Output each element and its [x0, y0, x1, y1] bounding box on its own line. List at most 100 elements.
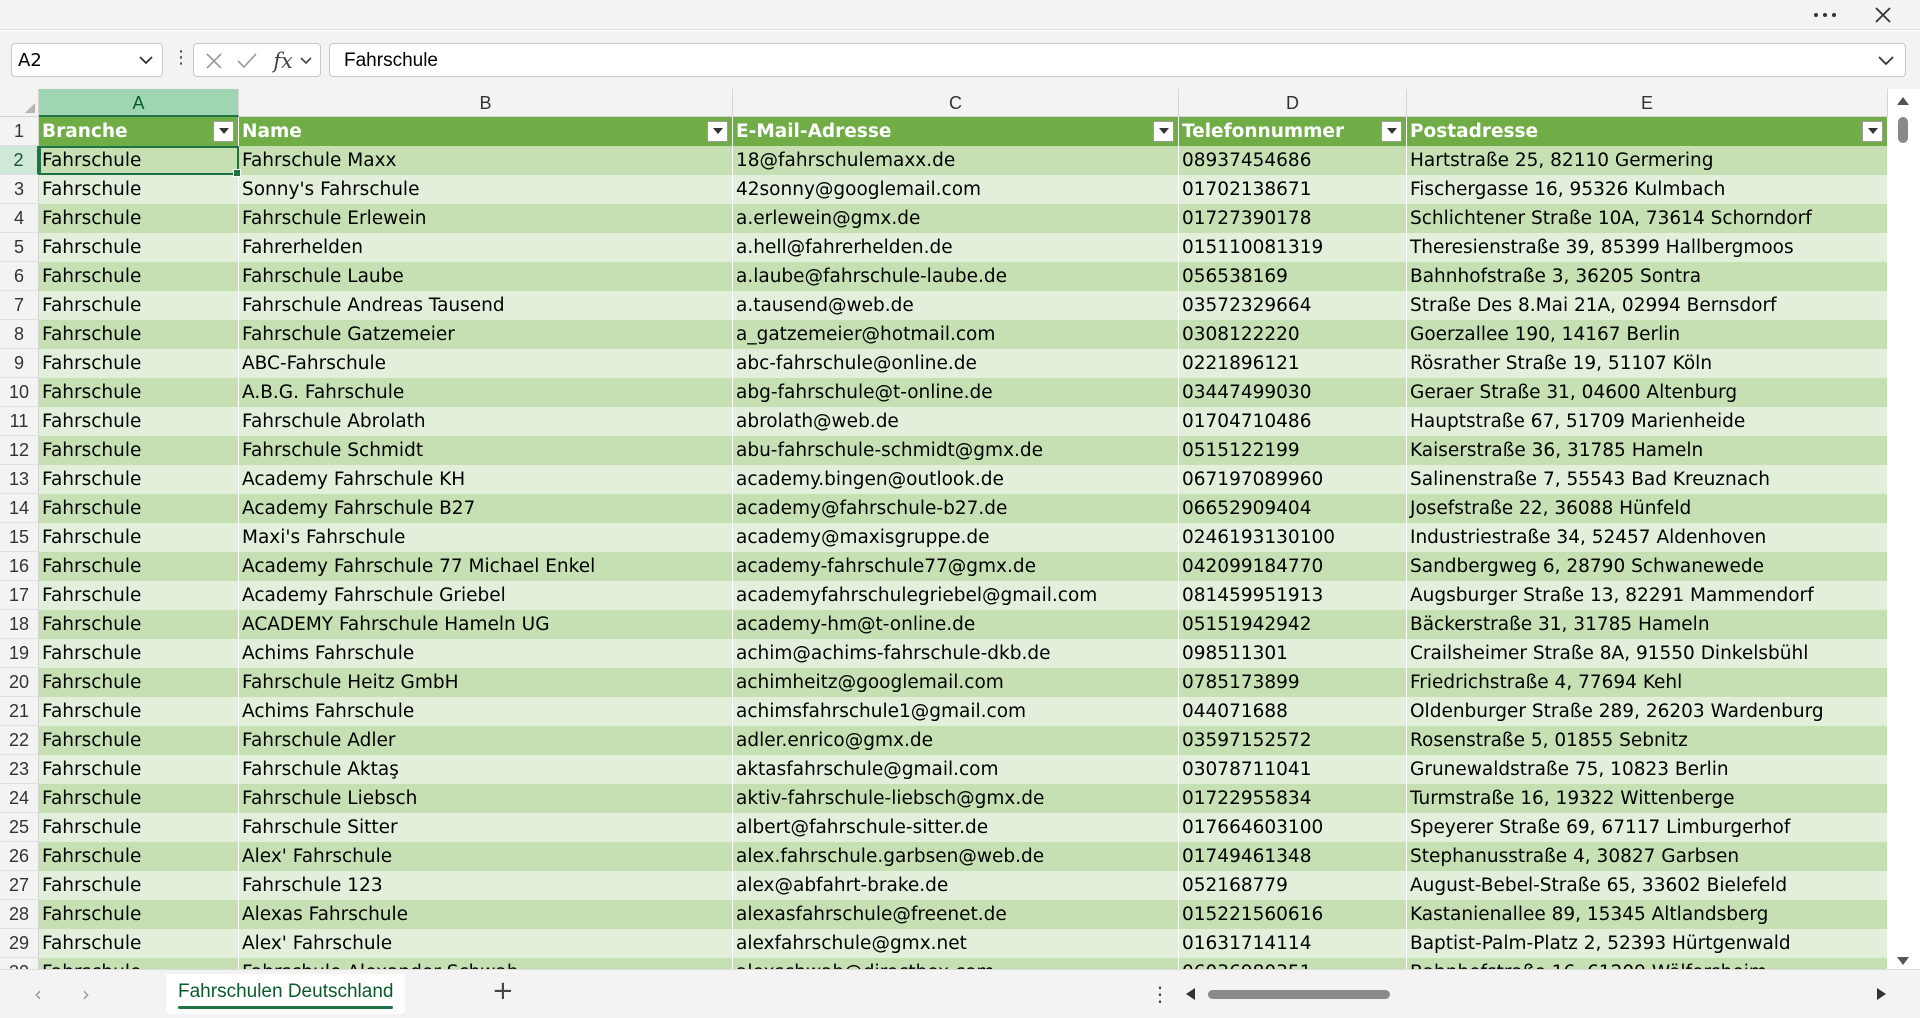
prev-sheet-icon[interactable]: ‹: [34, 982, 42, 1006]
select-all-corner[interactable]: [0, 89, 39, 117]
header-cell-address[interactable]: Postadresse: [1407, 117, 1888, 146]
cell-email[interactable]: academy@fahrschule-b27.de: [733, 494, 1179, 523]
cell-email[interactable]: abc-fahrschule@online.de: [733, 349, 1179, 378]
cell-address[interactable]: Industriestraße 34, 52457 Aldenhoven: [1407, 523, 1888, 552]
cell-phone[interactable]: 017664603100: [1179, 813, 1407, 842]
cell-phone[interactable]: 03078711041: [1179, 755, 1407, 784]
cell-branche[interactable]: Fahrschule: [39, 320, 239, 349]
cell-branche[interactable]: Fahrschule: [39, 639, 239, 668]
cell-address[interactable]: Fischergasse 16, 95326 Kulmbach: [1407, 175, 1888, 204]
cell-branche[interactable]: Fahrschule: [39, 784, 239, 813]
cell-email[interactable]: abg-fahrschule@t-online.de: [733, 378, 1179, 407]
row-number[interactable]: 26: [0, 842, 39, 871]
row-number[interactable]: 17: [0, 581, 39, 610]
cell-name[interactable]: Fahrerhelden: [239, 233, 733, 262]
cell-address[interactable]: Speyerer Straße 69, 67117 Limburgerhof: [1407, 813, 1888, 842]
cell-phone[interactable]: 042099184770: [1179, 552, 1407, 581]
horizontal-scrollbar[interactable]: [1186, 986, 1886, 1002]
insert-function-button[interactable]: fx: [268, 49, 298, 73]
row-number[interactable]: 20: [0, 668, 39, 697]
row-number[interactable]: 9: [0, 349, 39, 378]
cell-branche[interactable]: Fahrschule: [39, 610, 239, 639]
cell-phone[interactable]: 015110081319: [1179, 233, 1407, 262]
cell-email[interactable]: alexasfahrschule@freenet.de: [733, 900, 1179, 929]
cell-name[interactable]: Alex' Fahrschule: [239, 929, 733, 958]
cell-address[interactable]: Kastanienallee 89, 15345 Altlandsberg: [1407, 900, 1888, 929]
function-dropdown[interactable]: [298, 49, 314, 73]
cell-phone[interactable]: 06036980351: [1179, 958, 1407, 969]
cell-email[interactable]: academy.bingen@outlook.de: [733, 465, 1179, 494]
cell-phone[interactable]: 067197089960: [1179, 465, 1407, 494]
cell-address[interactable]: Stephanusstraße 4, 30827 Garbsen: [1407, 842, 1888, 871]
cell-address[interactable]: Grunewaldstraße 75, 10823 Berlin: [1407, 755, 1888, 784]
cell-email[interactable]: 42sonny@googlemail.com: [733, 175, 1179, 204]
cell-name[interactable]: Academy Fahrschule Griebel: [239, 581, 733, 610]
cell-branche[interactable]: Fahrschule: [39, 465, 239, 494]
cell-branche[interactable]: Fahrschule: [39, 581, 239, 610]
cell-email[interactable]: a.erlewein@gmx.de: [733, 204, 1179, 233]
cell-name[interactable]: A.B.G. Fahrschule: [239, 378, 733, 407]
cell-phone[interactable]: 01749461348: [1179, 842, 1407, 871]
cell-branche[interactable]: Fahrschule: [39, 291, 239, 320]
cell-email[interactable]: a.tausend@web.de: [733, 291, 1179, 320]
cell-phone[interactable]: 03447499030: [1179, 378, 1407, 407]
cell-name[interactable]: Fahrschule Maxx: [239, 146, 733, 175]
scroll-right-icon[interactable]: [1877, 988, 1886, 1000]
cell-branche[interactable]: Fahrschule: [39, 900, 239, 929]
row-number[interactable]: 4: [0, 204, 39, 233]
cell-email[interactable]: 18@fahrschulemaxx.de: [733, 146, 1179, 175]
cell-address[interactable]: Turmstraße 16, 19322 Wittenberge: [1407, 784, 1888, 813]
row-number[interactable]: 5: [0, 233, 39, 262]
cell-name[interactable]: Fahrschule Andreas Tausend: [239, 291, 733, 320]
cell-address[interactable]: Rosenstraße 5, 01855 Sebnitz: [1407, 726, 1888, 755]
cell-name[interactable]: Fahrschule Adler: [239, 726, 733, 755]
row-number[interactable]: 8: [0, 320, 39, 349]
cell-email[interactable]: academyfahrschulegriebel@gmail.com: [733, 581, 1179, 610]
cell-email[interactable]: academy-fahrschule77@gmx.de: [733, 552, 1179, 581]
cell-phone[interactable]: 01702138671: [1179, 175, 1407, 204]
cell-name[interactable]: Fahrschule Laube: [239, 262, 733, 291]
cell-phone[interactable]: 081459951913: [1179, 581, 1407, 610]
cell-phone[interactable]: 01631714114: [1179, 929, 1407, 958]
cell-email[interactable]: abu-fahrschule-schmidt@gmx.de: [733, 436, 1179, 465]
close-button[interactable]: [1860, 0, 1906, 30]
cell-phone[interactable]: 0246193130100: [1179, 523, 1407, 552]
cell-branche[interactable]: Fahrschule: [39, 494, 239, 523]
cell-email[interactable]: alex@abfahrt-brake.de: [733, 871, 1179, 900]
cell-phone[interactable]: 0785173899: [1179, 668, 1407, 697]
cell-phone[interactable]: 015221560616: [1179, 900, 1407, 929]
next-sheet-icon[interactable]: ›: [82, 982, 90, 1006]
cell-phone[interactable]: 08937454686: [1179, 146, 1407, 175]
more-options-button[interactable]: [1802, 0, 1848, 30]
cell-name[interactable]: Alexas Fahrschule: [239, 900, 733, 929]
column-header-d[interactable]: D: [1179, 89, 1407, 117]
cell-branche[interactable]: Fahrschule: [39, 755, 239, 784]
cell-name[interactable]: Achims Fahrschule: [239, 697, 733, 726]
cell-email[interactable]: a.laube@fahrschule-laube.de: [733, 262, 1179, 291]
cell-address[interactable]: Goerzallee 190, 14167 Berlin: [1407, 320, 1888, 349]
cell-address[interactable]: Oldenburger Straße 289, 26203 Wardenburg: [1407, 697, 1888, 726]
cell-phone[interactable]: 044071688: [1179, 697, 1407, 726]
cell-name[interactable]: ACADEMY Fahrschule Hameln UG: [239, 610, 733, 639]
cell-name[interactable]: Fahrschule Abrolath: [239, 407, 733, 436]
row-number[interactable]: 12: [0, 436, 39, 465]
cell-address[interactable]: Rösrather Straße 19, 51107 Köln: [1407, 349, 1888, 378]
cell-name[interactable]: ABC-Fahrschule: [239, 349, 733, 378]
cell-name[interactable]: Sonny's Fahrschule: [239, 175, 733, 204]
cell-email[interactable]: achimsfahrschule1@gmail.com: [733, 697, 1179, 726]
cell-email[interactable]: aktiv-fahrschule-liebsch@gmx.de: [733, 784, 1179, 813]
header-cell-name[interactable]: Name: [239, 117, 733, 146]
cell-name[interactable]: Fahrschule Aktaş: [239, 755, 733, 784]
expand-formula-icon[interactable]: [1877, 53, 1895, 67]
row-number[interactable]: 7: [0, 291, 39, 320]
cell-branche[interactable]: Fahrschule: [39, 262, 239, 291]
cell-phone[interactable]: 03597152572: [1179, 726, 1407, 755]
cell-branche[interactable]: Fahrschule: [39, 726, 239, 755]
row-number[interactable]: 11: [0, 407, 39, 436]
cell-branche[interactable]: Fahrschule: [39, 204, 239, 233]
filter-button[interactable]: [707, 121, 728, 142]
row-number[interactable]: 10: [0, 378, 39, 407]
row-number[interactable]: 14: [0, 494, 39, 523]
cell-branche[interactable]: Fahrschule: [39, 813, 239, 842]
row-number[interactable]: 24: [0, 784, 39, 813]
